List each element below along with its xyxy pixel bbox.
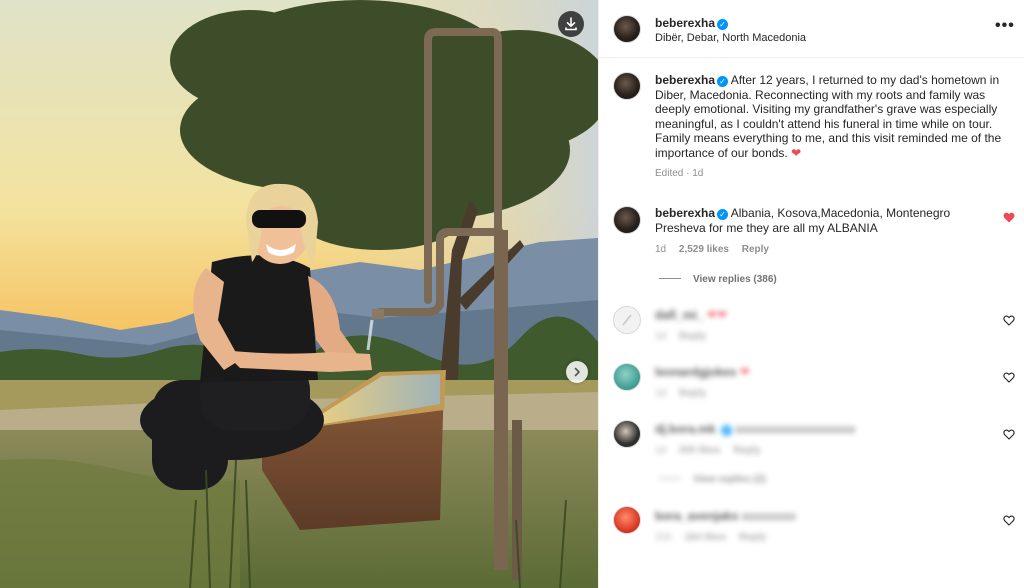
verified-badge-icon: ✓ — [717, 76, 729, 87]
heart-icon[interactable] — [1003, 212, 1015, 223]
comment-emoji: ❤❤ — [707, 308, 728, 322]
reply-button[interactable]: Reply — [679, 388, 706, 399]
comment-avatar[interactable] — [613, 306, 641, 334]
comment-avatar[interactable] — [613, 420, 641, 448]
author-avatar[interactable] — [613, 15, 641, 43]
reply-button[interactable]: Reply — [739, 532, 766, 543]
avatar-placeholder-icon — [622, 314, 632, 326]
comment-meta: 1d Reply — [655, 386, 995, 401]
comment-time: 1d — [655, 331, 667, 342]
caption-heart-emoji: ❤ — [791, 145, 802, 160]
verified-badge-icon: ✓ — [717, 19, 729, 30]
comment-time: 1d — [655, 244, 667, 255]
comment-time: 1d — [655, 388, 667, 399]
caption-avatar[interactable] — [613, 72, 641, 100]
caption-meta: Edited · 1d — [655, 167, 704, 179]
comment-meta: 1d 200 likes Reply — [655, 443, 995, 458]
caption-time: 1d — [692, 167, 704, 179]
comment-avatar[interactable] — [613, 363, 641, 391]
chevron-right-icon — [574, 367, 580, 377]
post-details-panel: beberexha ✓ Dibër, Debar, North Macedonia… — [598, 0, 1024, 588]
replies-divider — [659, 478, 681, 479]
comment-username[interactable]: beberexha — [655, 206, 715, 220]
comment-emoji: ❤ — [739, 365, 750, 379]
comment-likes[interactable]: 200 likes — [679, 445, 721, 456]
caption-username[interactable]: beberexha — [655, 73, 715, 87]
post-header: beberexha ✓ Dibër, Debar, North Macedonia… — [599, 0, 1024, 58]
reply-button[interactable]: Reply — [742, 244, 769, 255]
post-caption: beberexha ✓ After 12 years, I returned to… — [655, 73, 1007, 181]
reply-button[interactable]: Reply — [733, 445, 760, 456]
comment-text: xxxxxxxxx — [741, 509, 796, 523]
comment-time: 1d — [655, 445, 667, 456]
comment-item: beberexha ✓ Albania, Kosova,Macedonia, Mo… — [655, 206, 995, 257]
author-username[interactable]: beberexha — [655, 16, 715, 30]
view-replies-label: View replies (2) — [693, 474, 766, 485]
heart-icon[interactable] — [1003, 315, 1015, 326]
comment-likes[interactable]: 2,529 likes — [679, 244, 729, 255]
next-image-button[interactable] — [566, 361, 588, 383]
comment-meta: 1d Reply — [655, 329, 995, 344]
comment-likes[interactable]: 164 likes — [684, 532, 726, 543]
replies-divider — [659, 278, 681, 279]
photo-scene — [0, 0, 598, 588]
download-button[interactable] — [558, 11, 584, 37]
view-replies-label: View replies (386) — [693, 274, 777, 285]
verified-badge-icon: ✓ — [717, 209, 729, 220]
heart-icon[interactable] — [1003, 515, 1015, 526]
comment-avatar[interactable] — [613, 206, 641, 234]
post-photo[interactable] — [0, 0, 598, 588]
edited-label: Edited — [655, 167, 684, 179]
view-replies-button[interactable]: View replies (2) — [659, 474, 766, 485]
comment-item: dafi_mi_ ❤❤ 1d Reply — [655, 308, 995, 344]
comment-text: xxxxxxxxxxxxxxxxxxxx — [735, 422, 856, 436]
more-horizontal-icon: ••• — [995, 17, 1015, 34]
comment-time: 21h — [655, 532, 672, 543]
more-options-button[interactable]: ••• — [995, 17, 1015, 35]
comment-text-line2: Presheva for me they are all my ALBANIA — [655, 221, 878, 235]
comment-meta: 21h 164 likes Reply — [655, 530, 995, 545]
verified-badge-icon: ✓ — [721, 425, 733, 436]
author-name-row: beberexha ✓ — [655, 14, 729, 32]
comment-username[interactable]: leonardgjokes — [655, 365, 736, 379]
comment-text-line1: Albania, Kosova,Macedonia, Montenegro — [730, 206, 951, 220]
comment-avatar[interactable] — [613, 506, 641, 534]
post-location[interactable]: Dibër, Debar, North Macedonia — [655, 32, 806, 44]
comment-item: leonardgjokes ❤ 1d Reply — [655, 365, 995, 401]
reply-button[interactable]: Reply — [679, 331, 706, 342]
view-replies-button[interactable]: View replies (386) — [659, 274, 777, 285]
comment-username[interactable]: dafi_mi_ — [655, 308, 704, 322]
comment-item: dj.bora.mk ✓ xxxxxxxxxxxxxxxxxxxx 1d 200… — [655, 422, 995, 458]
comment-username[interactable]: dj.bora.mk — [655, 422, 716, 436]
comment-meta: 1d 2,529 likes Reply — [655, 242, 995, 257]
download-icon — [565, 17, 577, 31]
comment-item: bora_avenjaks xxxxxxxxx 21h 164 likes Re… — [655, 509, 995, 545]
heart-icon[interactable] — [1003, 429, 1015, 440]
heart-icon[interactable] — [1003, 372, 1015, 383]
comment-username[interactable]: bora_avenjaks — [655, 509, 738, 523]
